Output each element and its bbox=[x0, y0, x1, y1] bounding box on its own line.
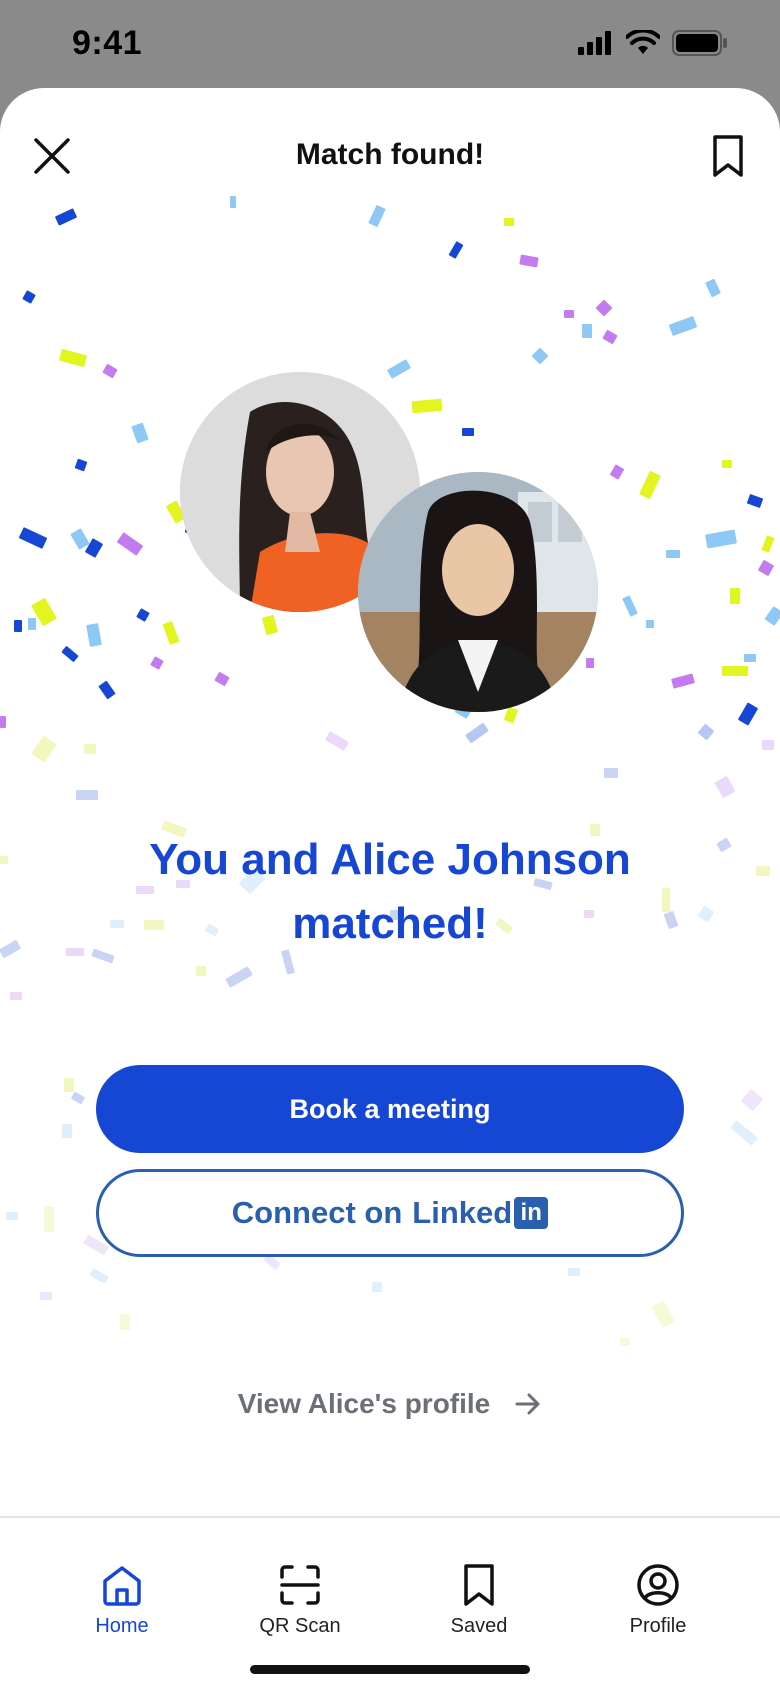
profile-icon bbox=[637, 1564, 679, 1606]
match-headline: You and Alice Johnson matched! bbox=[60, 828, 720, 956]
wifi-icon bbox=[626, 30, 660, 54]
bookmark-icon bbox=[713, 135, 743, 177]
linkedin-wordmark: Linked bbox=[412, 1195, 513, 1230]
tab-bar: Home QR Scan Saved Profile bbox=[0, 1516, 780, 1688]
tab-home-label: Home bbox=[95, 1615, 149, 1637]
tab-profile[interactable]: Profile bbox=[568, 1518, 748, 1638]
save-match-button[interactable] bbox=[704, 132, 752, 180]
view-profile-link[interactable]: View Alice's profile bbox=[0, 1388, 780, 1420]
qr-scan-icon bbox=[280, 1565, 320, 1605]
view-profile-label: View Alice's profile bbox=[237, 1388, 491, 1419]
book-meeting-label: Book a meeting bbox=[289, 1093, 491, 1124]
connect-linkedin-button[interactable]: Connect on Linked in bbox=[96, 1169, 684, 1257]
status-bar: 9:41 bbox=[0, 0, 780, 88]
book-meeting-button[interactable]: Book a meeting bbox=[96, 1065, 684, 1153]
battery-icon bbox=[672, 30, 727, 56]
linkedin-logo: Linked in bbox=[412, 1195, 549, 1231]
status-icons bbox=[578, 30, 728, 56]
tab-saved-label: Saved bbox=[450, 1615, 508, 1637]
page-title: Match found! bbox=[295, 138, 485, 171]
header: Match found! bbox=[0, 88, 780, 228]
tab-saved[interactable]: Saved bbox=[389, 1518, 569, 1638]
arrow-right-icon bbox=[515, 1393, 540, 1415]
home-indicator bbox=[250, 1665, 530, 1674]
signal-icon bbox=[578, 31, 611, 55]
bookmark-icon bbox=[464, 1564, 494, 1606]
match-headline-line1: You and Alice Johnson bbox=[149, 835, 631, 884]
linkedin-icon: in bbox=[514, 1197, 549, 1229]
match-sheet: Match found! You and Alice Johnson match… bbox=[0, 88, 780, 1688]
match-headline-line2: matched! bbox=[292, 899, 488, 948]
tab-qr-scan-label: QR Scan bbox=[259, 1615, 341, 1637]
tab-home[interactable]: Home bbox=[32, 1518, 212, 1638]
home-icon bbox=[103, 1566, 141, 1606]
avatar-alice bbox=[358, 472, 598, 712]
tab-profile-label: Profile bbox=[629, 1615, 687, 1637]
connect-prefix-label: Connect on bbox=[231, 1195, 403, 1230]
status-time: 9:41 bbox=[72, 24, 143, 62]
tab-qr-scan[interactable]: QR Scan bbox=[210, 1518, 390, 1638]
